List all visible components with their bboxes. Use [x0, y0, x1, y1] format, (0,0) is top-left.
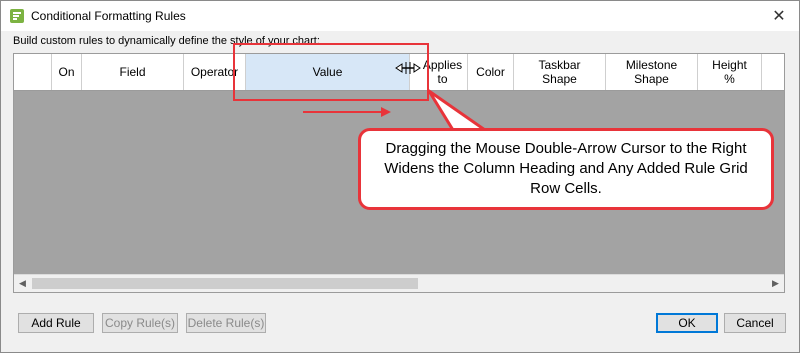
chevron-left-icon[interactable]: ◀ — [14, 275, 31, 292]
delete-rules-button[interactable]: Delete Rule(s) — [186, 313, 266, 333]
conditional-formatting-icon — [9, 8, 25, 24]
scrollbar-thumb[interactable] — [32, 278, 418, 289]
horizontal-scrollbar[interactable]: ◀ ▶ — [14, 274, 784, 292]
cancel-button[interactable]: Cancel — [724, 313, 786, 333]
annotation-highlight-box — [233, 43, 429, 101]
annotation-callout: Dragging the Mouse Double-Arrow Cursor t… — [358, 128, 774, 210]
chevron-right-icon[interactable]: ▶ — [767, 275, 784, 292]
window-title: Conditional Formatting Rules — [31, 9, 186, 23]
column-header-color[interactable]: Color — [468, 54, 514, 90]
conditional-formatting-dialog: Conditional Formatting Rules ✕ Build cus… — [0, 0, 800, 353]
row-header-corner — [14, 54, 52, 90]
add-rule-button[interactable]: Add Rule — [18, 313, 94, 333]
copy-rules-button[interactable]: Copy Rule(s) — [102, 313, 178, 333]
column-header-milestone-shape[interactable]: Milestone Shape — [606, 54, 698, 90]
column-header-on[interactable]: On — [52, 54, 82, 90]
column-header-height[interactable]: Height % — [698, 54, 762, 90]
column-header-overflow[interactable] — [762, 54, 784, 90]
column-header-taskbar-shape[interactable]: Taskbar Shape — [514, 54, 606, 90]
ok-button[interactable]: OK — [656, 313, 718, 333]
column-header-field[interactable]: Field — [82, 54, 184, 90]
title-bar: Conditional Formatting Rules ✕ — [1, 1, 799, 31]
close-icon[interactable]: ✕ — [767, 5, 791, 27]
